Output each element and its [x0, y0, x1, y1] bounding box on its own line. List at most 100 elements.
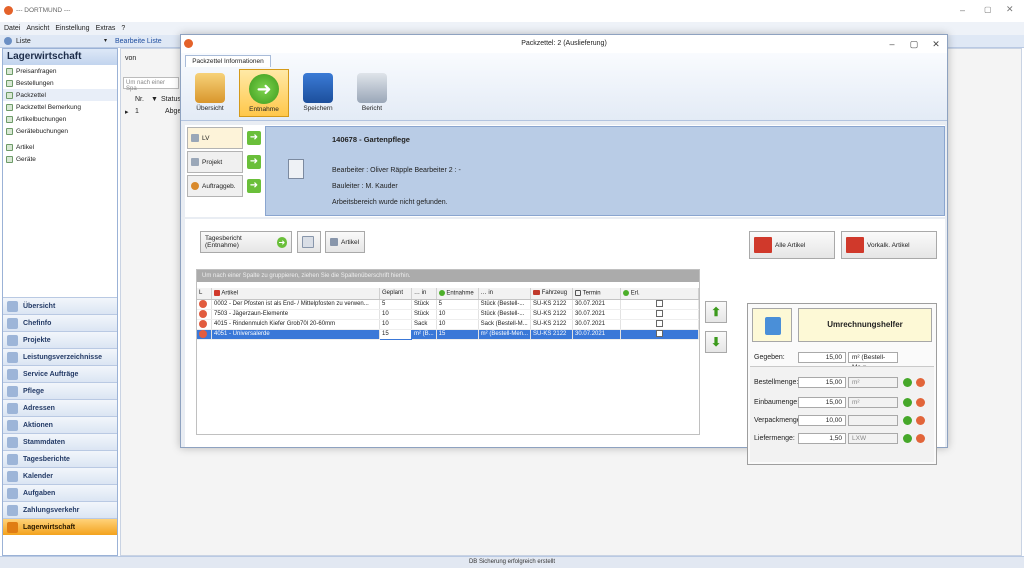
cell-geplant[interactable]: 5 [379, 299, 412, 310]
col-entnahme[interactable]: Entnahme [436, 288, 479, 300]
minimize-icon[interactable]: – [881, 37, 903, 51]
lv-arrow-icon[interactable]: ➜ [247, 131, 261, 145]
nav-chefinfo[interactable]: Chefinfo [3, 314, 117, 331]
nav-uebersicht[interactable]: Übersicht [3, 297, 117, 314]
menu-help[interactable]: ? [121, 25, 125, 32]
artikel-button[interactable]: Artikel [325, 231, 365, 253]
cell-entnahme[interactable]: 5 [436, 299, 479, 310]
restore-icon[interactable]: ▢ [984, 5, 992, 14]
cell-entnahme[interactable]: 15 [436, 329, 479, 340]
gegeben-unit-select[interactable]: m² (Bestell-Me ▾ [848, 352, 898, 371]
col-geplant[interactable]: Geplant [379, 288, 412, 300]
bestellmenge-input[interactable]: 15,00 [798, 377, 846, 388]
erl-checkbox[interactable] [656, 309, 663, 317]
sidebar-item-preisanfragen[interactable]: Preisanfragen [3, 65, 117, 77]
col-in-2[interactable]: … in [478, 288, 532, 300]
projekt-arrow-icon[interactable]: ➜ [247, 155, 261, 169]
nav-kalender[interactable]: Kalender [3, 467, 117, 484]
col-in[interactable]: … in [411, 288, 437, 300]
nav-adressen[interactable]: Adressen [3, 399, 117, 416]
sidebar-item-bestellungen[interactable]: Bestellungen [3, 77, 117, 89]
reset-icon[interactable] [916, 378, 925, 387]
lv-button[interactable]: LV [187, 127, 243, 149]
table-row[interactable]: 4015 - Rindenmulch Kiefer Grob70l 20-60m… [197, 319, 699, 330]
entnahme-button[interactable]: ➜ Entnahme [239, 69, 289, 117]
bg-search-input[interactable]: Um nach einer Spa [123, 77, 179, 92]
erl-checkbox[interactable] [656, 319, 663, 327]
reset-icon[interactable] [916, 398, 925, 407]
tab-packzettel-informationen[interactable]: Packzettel Informationen [185, 55, 271, 67]
sidebar-item-geraete[interactable]: Geräte [3, 153, 117, 165]
nav-service-auftraege[interactable]: Service Aufträge [3, 365, 117, 382]
delete-icon[interactable] [199, 320, 207, 328]
cell-geplant[interactable]: 10 [379, 319, 412, 330]
bericht-button[interactable]: Bericht [347, 69, 397, 117]
col-status[interactable]: Status [161, 96, 181, 103]
col-nr[interactable]: Nr. [135, 96, 144, 103]
delete-icon[interactable] [199, 310, 207, 318]
close-icon[interactable]: ✕ [925, 37, 947, 51]
apply-icon[interactable] [903, 398, 912, 407]
erl-checkbox[interactable] [656, 329, 663, 337]
alle-artikel-button[interactable]: Alle Artikel [749, 231, 835, 259]
table-row[interactable]: 7503 - Jägerzaun-Elemente 10 Stück 10 St… [197, 309, 699, 320]
col-l[interactable]: L [197, 288, 212, 300]
reset-icon[interactable] [916, 416, 925, 425]
cell-entnahme[interactable]: 10 [436, 309, 479, 320]
tagesbericht-button[interactable]: Tagesbericht (Entnahme) ➜ [200, 231, 292, 253]
col-artikel[interactable]: Artikel [211, 288, 380, 300]
nav-aufgaben[interactable]: Aufgaben [3, 484, 117, 501]
chevron-down-icon[interactable]: ▾ [104, 37, 107, 44]
col-erl[interactable]: Erl. [620, 288, 699, 300]
nav-aktionen[interactable]: Aktionen [3, 416, 117, 433]
gegeben-input[interactable]: 15,00 [798, 352, 846, 363]
table-row[interactable]: 0002 - Der Pfosten ist als End- / Mittel… [197, 299, 699, 310]
minimize-icon[interactable]: – [960, 5, 965, 15]
nav-zahlungsverkehr[interactable]: Zahlungsverkehr [3, 501, 117, 518]
nav-leistungsverzeichnisse[interactable]: Leistungsverzeichnisse [3, 348, 117, 365]
row-status[interactable]: Abge [165, 108, 181, 115]
einbaumenge-input[interactable]: 15,00 [798, 397, 846, 408]
auftraggeber-button[interactable]: Auftraggeb. [187, 175, 243, 197]
sidebar-item-artikel[interactable]: Artikel [3, 141, 117, 153]
apply-icon[interactable] [903, 434, 912, 443]
group-by-panel[interactable]: Um nach einer Spalte zu gruppieren, zieh… [197, 270, 699, 282]
erl-checkbox[interactable] [656, 299, 663, 307]
col-termin[interactable]: Termin [572, 288, 622, 300]
reset-icon[interactable] [916, 434, 925, 443]
verpackmenge-input[interactable]: 10,00 [798, 415, 846, 426]
sidebar-item-packzettel-bemerkung[interactable]: Packzettel Bemerkung [3, 101, 117, 113]
cell-entnahme[interactable]: 10 [436, 319, 479, 330]
nav-tagesberichte[interactable]: Tagesberichte [3, 450, 117, 467]
maximize-icon[interactable]: ▢ [903, 37, 925, 51]
liefermenge-input[interactable]: 1,50 [798, 433, 846, 444]
menu-extras[interactable]: Extras [96, 25, 116, 32]
nav-stammdaten[interactable]: Stammdaten [3, 433, 117, 450]
edit-button[interactable] [297, 231, 321, 253]
auftraggeber-arrow-icon[interactable]: ➜ [247, 179, 261, 193]
projekt-button[interactable]: Projekt [187, 151, 243, 173]
apply-icon[interactable] [903, 416, 912, 425]
cell-geplant-editing[interactable]: 15 [379, 328, 412, 340]
speichern-button[interactable]: Speichern [293, 69, 343, 117]
edit-list-link[interactable]: Bearbeite Liste [115, 38, 162, 45]
filter-icon[interactable]: ▼ [151, 96, 158, 103]
cell-geplant[interactable]: 10 [379, 309, 412, 320]
col-fahrzeug[interactable]: Fahrzeug [530, 288, 574, 300]
delete-icon[interactable] [199, 300, 207, 308]
nav-pflege[interactable]: Pflege [3, 382, 117, 399]
menu-einstellung[interactable]: Einstellung [55, 25, 89, 32]
close-icon[interactable]: ✕ [1006, 4, 1014, 15]
delete-icon[interactable] [199, 330, 207, 338]
table-row-selected[interactable]: 4051 - Universalerde 15 m² (B... 15 m² (… [197, 328, 699, 340]
sidebar-item-geraetebuchungen[interactable]: Gerätebuchungen [3, 125, 117, 137]
move-down-icon[interactable]: ⬇ [705, 331, 727, 353]
move-up-icon[interactable]: ⬆ [705, 301, 727, 323]
menu-datei[interactable]: Datei [4, 25, 20, 32]
uebersicht-button[interactable]: Übersicht [185, 69, 235, 117]
sidebar-item-artikelbuchungen[interactable]: Artikelbuchungen [3, 113, 117, 125]
nav-projekte[interactable]: Projekte [3, 331, 117, 348]
row-nr[interactable]: 1 [135, 108, 139, 115]
menu-ansicht[interactable]: Ansicht [26, 25, 49, 32]
apply-icon[interactable] [903, 378, 912, 387]
